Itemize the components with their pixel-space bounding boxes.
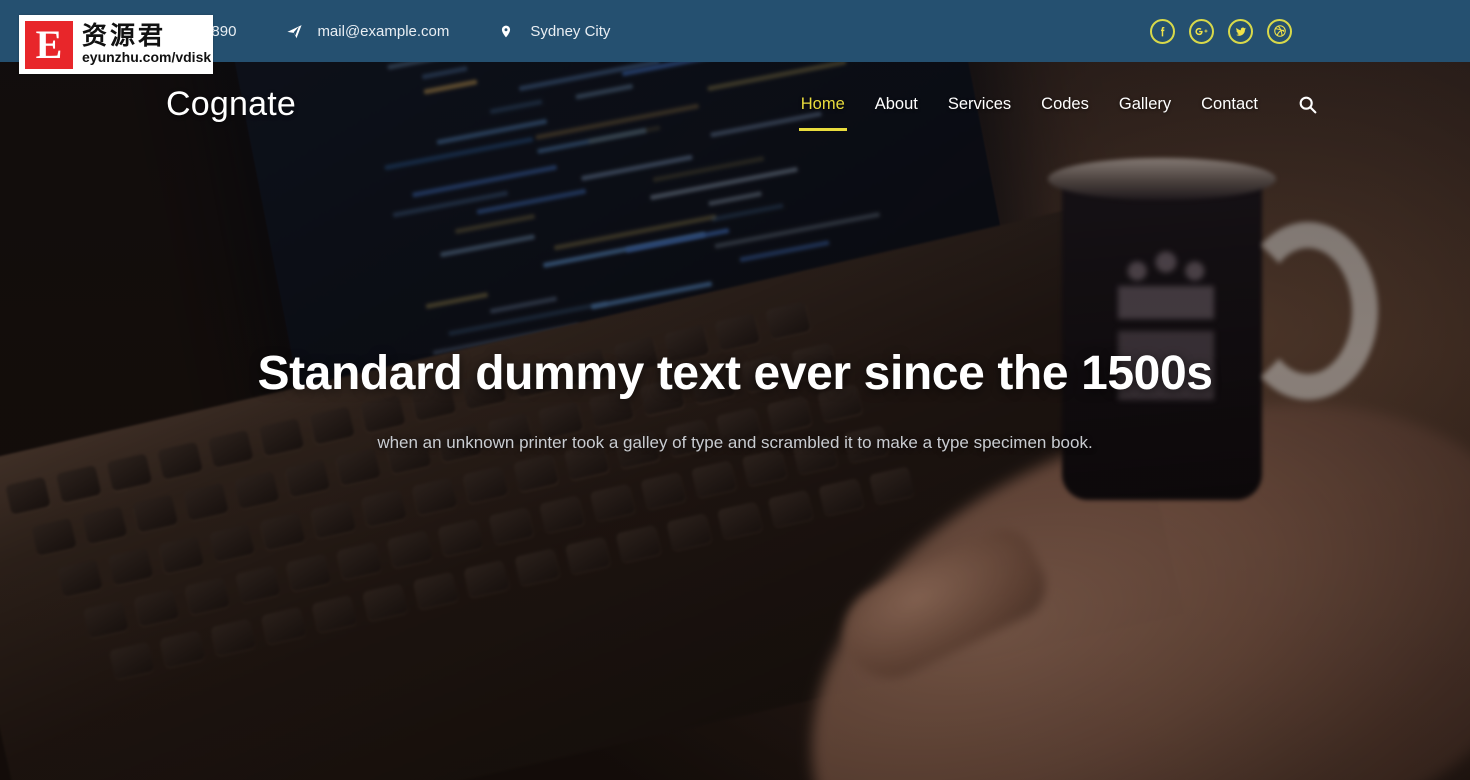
hero-text-block: Standard dummy text ever since the 1500s…	[0, 346, 1470, 453]
nav-item-gallery[interactable]: Gallery	[1104, 69, 1186, 139]
nav-links-group: Home About Services Codes Gallery Contac…	[786, 69, 1470, 139]
contact-email-text: mail@example.com	[317, 22, 450, 40]
nav-item-home[interactable]: Home	[786, 69, 860, 139]
twitter-icon[interactable]	[1228, 18, 1253, 44]
dribbble-icon[interactable]	[1267, 18, 1292, 44]
brand-logo[interactable]: Cognate	[0, 85, 296, 124]
social-links-group	[1150, 18, 1470, 44]
contact-location-text: Sydney City	[530, 22, 611, 40]
facebook-icon[interactable]	[1150, 18, 1175, 44]
watermark-url-text: eyunzhu.com/vdisk	[82, 49, 212, 66]
watermark-logo: E 资源君 eyunzhu.com/vdisk	[19, 15, 213, 74]
nav-item-about[interactable]: About	[860, 69, 933, 139]
contact-location[interactable]: Sydney City	[499, 23, 610, 40]
main-navbar: Cognate Home About Services Codes Galler…	[0, 62, 1470, 146]
hero-title: Standard dummy text ever since the 1500s	[257, 347, 1213, 400]
hero-subtitle: when an unknown printer took a galley of…	[377, 433, 1093, 452]
watermark-letter: E	[35, 21, 63, 67]
watermark-text-group: 资源君 eyunzhu.com/vdisk	[82, 21, 212, 66]
nav-item-services[interactable]: Services	[933, 69, 1026, 139]
map-pin-icon	[499, 23, 519, 40]
nav-item-contact[interactable]: Contact	[1186, 69, 1273, 139]
top-contact-bar: 1234567890 mail@example.com Sydney City	[0, 0, 1470, 62]
contact-email[interactable]: mail@example.com	[286, 23, 449, 40]
watermark-e-badge: E	[25, 20, 73, 69]
paper-plane-icon	[286, 23, 306, 40]
page-root: 1234567890 mail@example.com Sydney City	[0, 0, 1470, 780]
search-icon[interactable]	[1297, 94, 1318, 115]
watermark-chinese-text: 资源君	[82, 21, 167, 51]
nav-item-codes[interactable]: Codes	[1026, 69, 1104, 139]
google-plus-icon[interactable]	[1189, 18, 1214, 44]
